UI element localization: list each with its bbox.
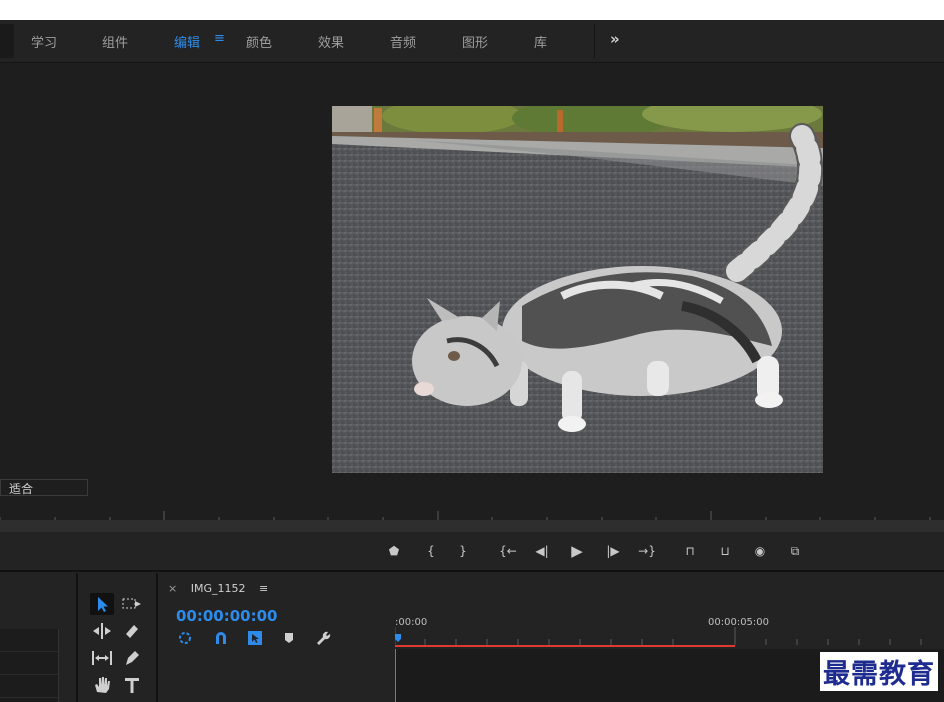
watermark-logo: 最需教育	[820, 652, 938, 691]
transport-controls: ⬟ { } {← ◀| ▶ |▶ →} ⊓ ⊔ ◉ ⧉	[0, 532, 944, 572]
slip-tool-icon[interactable]	[90, 647, 114, 669]
go-to-in-icon[interactable]: {←	[498, 542, 518, 560]
list-item[interactable]	[0, 629, 58, 652]
sequence-name: IMG_1152	[190, 582, 246, 595]
workspace-bar-edge	[0, 24, 14, 58]
sequence-tab[interactable]: × IMG_1152 ≡	[168, 582, 268, 595]
workspace-menu-icon[interactable]: ≡	[214, 31, 225, 46]
workspace-tab-libraries[interactable]: 库	[534, 32, 547, 51]
workspace-tab-audio[interactable]: 音频	[390, 32, 416, 51]
workspace-tab-effects[interactable]: 效果	[318, 32, 344, 51]
ripple-edit-tool-icon[interactable]	[90, 620, 114, 642]
project-list	[0, 629, 59, 702]
add-marker-icon[interactable]: ⬟	[384, 542, 404, 560]
fit-zoom-dropdown[interactable]: 适合 ⌄	[0, 479, 88, 496]
compare-view-icon[interactable]: ⧉	[785, 542, 805, 560]
program-monitor-video-frame	[332, 106, 823, 473]
mark-out-icon[interactable]: }	[453, 542, 473, 560]
ruler-mark-label: 00:00:05:00	[708, 617, 769, 628]
lower-panels: × IMG_1152 ≡ 00:00:00:00 :00:00 00:00:05…	[0, 573, 944, 702]
timeline-time-ruler[interactable]: :00:00 00:00:05:00	[395, 617, 944, 647]
track-select-tool-icon[interactable]	[120, 593, 144, 615]
close-icon[interactable]: ×	[168, 582, 177, 595]
type-tool-icon[interactable]	[120, 674, 144, 696]
work-area-bar[interactable]	[395, 645, 735, 647]
lift-icon[interactable]: ⊓	[680, 542, 700, 560]
workspace-tab-graphics[interactable]: 图形	[462, 32, 488, 51]
playhead-timecode[interactable]: 00:00:00:00	[176, 607, 278, 625]
settings-wrench-icon[interactable]	[314, 629, 332, 647]
selection-tool-icon[interactable]	[90, 593, 114, 615]
extract-icon[interactable]: ⊔	[715, 542, 735, 560]
list-item[interactable]	[0, 652, 58, 675]
playhead-line	[395, 649, 396, 702]
linked-selection-icon[interactable]	[246, 629, 264, 647]
go-to-out-icon[interactable]: →}	[637, 542, 657, 560]
monitor-time-ruler[interactable]	[0, 505, 944, 521]
mark-in-icon[interactable]: {	[421, 542, 441, 560]
step-back-icon[interactable]: ◀|	[532, 542, 552, 560]
add-marker-icon[interactable]	[280, 629, 298, 647]
step-forward-icon[interactable]: |▶	[603, 542, 623, 560]
play-icon[interactable]: ▶	[567, 542, 587, 560]
more-workspaces-icon[interactable]: »	[610, 30, 620, 48]
pen-tool-icon[interactable]	[120, 647, 144, 669]
list-item[interactable]	[0, 675, 58, 698]
export-frame-icon[interactable]: ◉	[750, 542, 770, 560]
project-panel	[0, 573, 78, 702]
workspace-tab-assembly[interactable]: 组件	[102, 32, 128, 51]
workspace-tab-editing[interactable]: 编辑	[174, 32, 200, 51]
monitor-zoom-scrollbar[interactable]	[0, 520, 944, 532]
chevron-down-icon: ⌄	[9, 480, 18, 491]
workspace-separator	[594, 24, 595, 58]
workspace-bar: 学习 组件 编辑 ≡ 颜色 效果 音频 图形 库 »	[0, 20, 944, 63]
workspace-tab-color[interactable]: 颜色	[246, 32, 272, 51]
razor-tool-icon[interactable]	[120, 620, 144, 642]
hand-tool-icon[interactable]	[90, 674, 114, 696]
panel-menu-icon[interactable]: ≡	[259, 582, 268, 595]
top-white-strip	[0, 0, 944, 20]
playhead-handle[interactable]	[395, 634, 401, 642]
workspace-tab-learn[interactable]: 学习	[31, 32, 57, 51]
ruler-start-label: :00:00	[395, 617, 427, 628]
snap-magnet-icon[interactable]	[212, 629, 230, 647]
tools-panel	[78, 573, 158, 702]
nest-toggle-icon[interactable]	[176, 629, 194, 647]
